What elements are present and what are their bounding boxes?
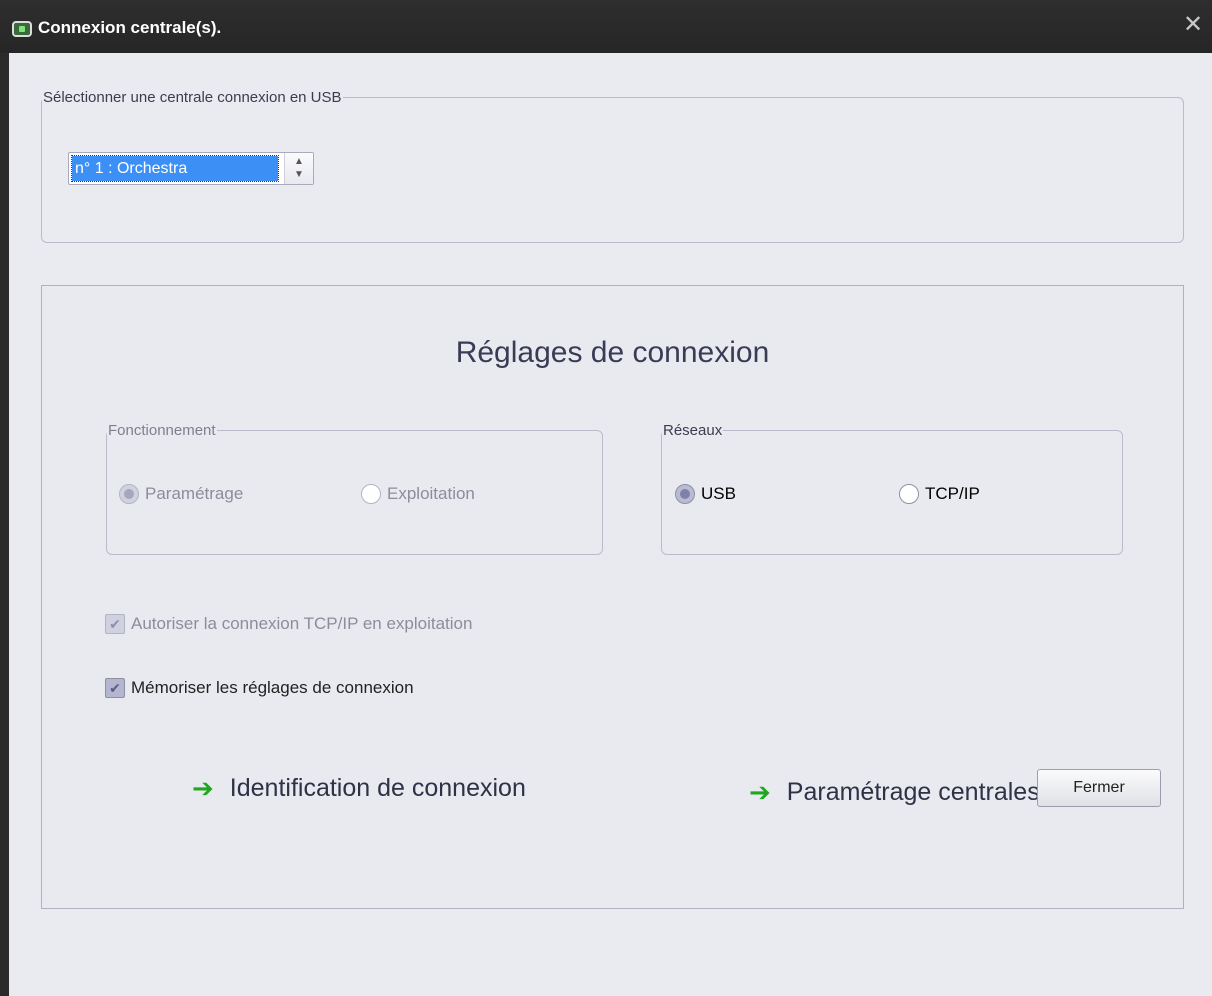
settings-title: Réglages de connexion [455, 336, 770, 369]
fermer-button[interactable]: Fermer [1037, 769, 1161, 807]
identification-link-label: Identification de connexion [229, 774, 526, 802]
radio-dot-icon [675, 484, 695, 504]
radio-dot-icon [361, 484, 381, 504]
central-spinbox-value[interactable]: n° 1 : Orchestra [71, 155, 279, 182]
radio-dot-icon [119, 484, 139, 504]
radio-parametrage-label: Paramétrage [145, 484, 244, 503]
radio-parametrage[interactable]: Paramétrage [119, 484, 243, 504]
remember-settings-checkbox[interactable]: ✔ Mémoriser les réglages de connexion [105, 678, 414, 698]
arrow-right-icon: ➔ [749, 777, 771, 807]
identification-link[interactable]: ➔ Identification de connexion [192, 773, 526, 804]
radio-exploitation-label: Exploitation [387, 484, 475, 503]
connection-settings-panel: Réglages de connexion Fonctionnement Par… [41, 285, 1184, 909]
window-title: Connexion centrale(s). [38, 18, 222, 37]
radio-usb[interactable]: USB [675, 484, 736, 504]
parametrage-centrales-label: Paramétrage centrales [786, 778, 1040, 806]
fonctionnement-legend: Fonctionnement [108, 422, 216, 439]
radio-exploitation[interactable]: Exploitation [361, 484, 475, 504]
checkmark-icon: ✔ [105, 614, 125, 634]
radio-usb-label: USB [701, 484, 736, 503]
usb-group-legend: Sélectionner une centrale connexion en U… [43, 89, 342, 106]
radio-tcpip[interactable]: TCP/IP [899, 484, 980, 504]
spin-arrows-icon[interactable]: ▲ ▼ [284, 153, 313, 184]
allow-tcp-checkbox[interactable]: ✔ Autoriser la connexion TCP/IP en explo… [105, 614, 472, 634]
radio-dot-icon [899, 484, 919, 504]
close-icon[interactable]: ✕ [1182, 13, 1204, 37]
dialog-body: Sélectionner une centrale connexion en U… [9, 53, 1212, 996]
arrow-right-icon: ➔ [192, 773, 214, 803]
radio-tcpip-label: TCP/IP [925, 484, 980, 503]
reseaux-legend: Réseaux [663, 422, 723, 439]
title-bar[interactable]: Connexion centrale(s). ✕ [0, 0, 1212, 53]
parametrage-centrales-link[interactable]: ➔ Paramétrage centrales [749, 777, 1040, 808]
central-spinbox[interactable]: n° 1 : Orchestra ▲ ▼ [68, 152, 314, 185]
dialog-window: Connexion centrale(s). ✕ Sélectionner un… [0, 0, 1212, 996]
allow-tcp-label: Autoriser la connexion TCP/IP en exploit… [131, 614, 473, 633]
checkmark-icon: ✔ [105, 678, 125, 698]
remember-settings-label: Mémoriser les réglages de connexion [131, 678, 414, 697]
app-icon [12, 21, 32, 37]
